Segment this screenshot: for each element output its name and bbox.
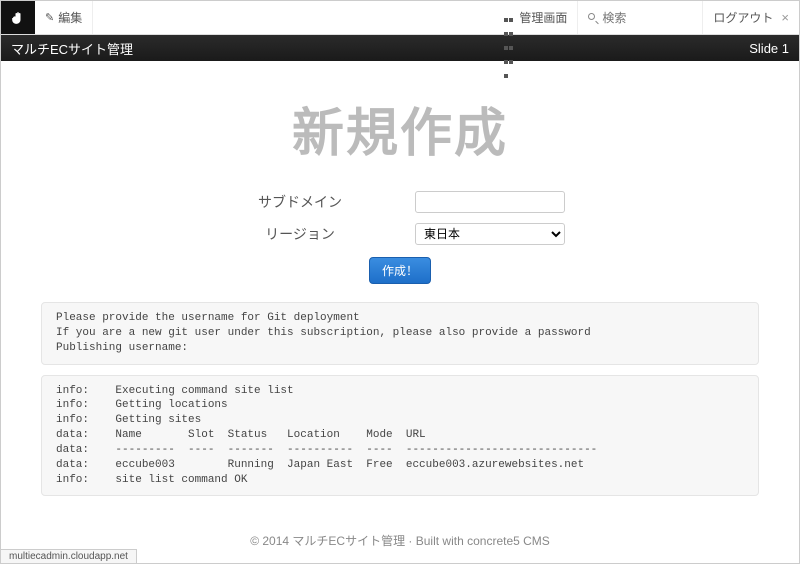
region-select[interactable]: 東日本 — [415, 223, 565, 245]
logout-button[interactable]: ログアウト × — [703, 1, 799, 34]
toolbar-spacer — [93, 1, 493, 34]
subdomain-label: サブドメイン — [235, 192, 365, 212]
git-message-box: Please provide the username for Git depl… — [41, 302, 759, 365]
pencil-icon: ✎ — [45, 11, 54, 24]
subdomain-input[interactable] — [415, 191, 565, 213]
search-box[interactable] — [578, 1, 703, 34]
search-input[interactable] — [602, 11, 692, 25]
logout-label: ログアウト — [713, 9, 773, 26]
region-row: リージョン 東日本 — [41, 223, 759, 245]
cms-logo[interactable] — [1, 1, 35, 34]
edit-label: 編集 — [58, 9, 82, 26]
region-label: リージョン — [235, 224, 365, 244]
site-list-output: info: Executing command site list info: … — [41, 375, 759, 497]
title-bar: マルチECサイト管理 Slide 1 — [1, 35, 799, 61]
footer-text: © 2014 マルチECサイト管理 · Built with concrete5… — [1, 532, 799, 549]
edit-button[interactable]: ✎ 編集 — [35, 1, 93, 34]
browser-status-bar: multiecadmin.cloudapp.net — [1, 549, 137, 563]
page-title: マルチECサイト管理 — [11, 39, 133, 58]
heading: 新規作成 — [41, 91, 759, 166]
grid-icon — [503, 12, 515, 24]
hand-icon — [8, 8, 28, 28]
close-icon: × — [781, 10, 789, 25]
admin-button[interactable]: 管理画面 — [493, 1, 578, 34]
admin-label: 管理画面 — [519, 9, 567, 26]
top-toolbar: ✎ 編集 管理画面 ログアウト × — [1, 1, 799, 35]
search-icon — [588, 13, 598, 23]
main-content: 新規作成 サブドメイン リージョン 東日本 作成！ Please provide… — [1, 61, 799, 516]
subdomain-row: サブドメイン — [41, 191, 759, 213]
slide-indicator: Slide 1 — [749, 41, 789, 56]
create-button[interactable]: 作成！ — [369, 257, 431, 284]
